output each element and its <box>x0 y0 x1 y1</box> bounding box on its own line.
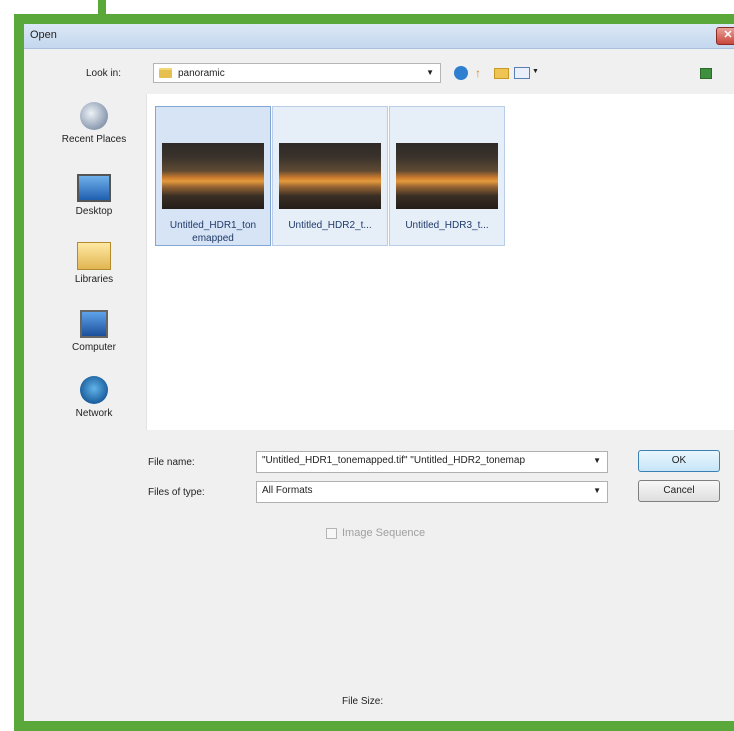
image-sequence-checkbox[interactable] <box>326 528 337 539</box>
look-in-value: panoramic <box>178 68 225 79</box>
place-network[interactable]: Network <box>44 376 144 419</box>
file-item[interactable]: Untitled_HDR3_t... <box>389 106 505 246</box>
file-list[interactable]: Untitled_HDR1_ton emapped Untitled_HDR2_… <box>146 94 734 430</box>
file-name-label: File name: <box>148 457 195 468</box>
desktop-icon <box>77 174 111 202</box>
look-in-dropdown[interactable]: panoramic ▼ <box>153 63 441 83</box>
recent-places-icon <box>80 102 108 130</box>
chevron-down-icon: ▼ <box>593 456 601 465</box>
close-icon: ✕ <box>723 29 733 41</box>
close-button[interactable]: ✕ <box>716 27 734 45</box>
file-thumbnail <box>279 143 381 209</box>
folder-icon <box>159 68 172 78</box>
place-desktop[interactable]: Desktop <box>44 174 144 217</box>
place-label: Libraries <box>74 274 114 285</box>
up-folder-icon[interactable]: ↑ <box>475 66 481 80</box>
file-name: Untitled_HDR1_ton emapped <box>169 220 257 244</box>
files-of-type-select[interactable]: All Formats ▼ <box>256 481 608 503</box>
background-strip <box>0 0 734 14</box>
file-item[interactable]: Untitled_HDR2_t... <box>272 106 388 246</box>
files-of-type-label: Files of type: <box>148 487 205 498</box>
file-name: Untitled_HDR2_t... <box>288 220 372 231</box>
files-of-type-value: All Formats <box>262 485 313 496</box>
chevron-down-icon: ▼ <box>426 68 434 77</box>
place-label: Desktop <box>75 206 113 217</box>
chevron-down-icon: ▼ <box>593 486 601 495</box>
cancel-button[interactable]: Cancel <box>638 480 720 502</box>
new-folder-icon[interactable] <box>494 68 509 79</box>
network-icon <box>80 376 108 404</box>
folder-action-icon[interactable] <box>700 68 712 79</box>
look-in-label: Look in: <box>86 68 122 79</box>
image-sequence-label: Image Sequence <box>342 527 426 539</box>
open-dialog: Open ✕ Look in: panoramic ▼ ↑ ▼ Recent P… <box>24 24 734 721</box>
title-bar[interactable]: Open ✕ <box>24 24 734 49</box>
place-computer[interactable]: Computer <box>44 310 144 353</box>
computer-icon <box>80 310 108 338</box>
ok-button[interactable]: OK <box>638 450 720 472</box>
file-item[interactable]: Untitled_HDR1_ton emapped <box>155 106 271 246</box>
place-label: Network <box>75 408 113 419</box>
places-bar: Recent Places Desktop Libraries Computer… <box>44 94 144 430</box>
chevron-down-icon[interactable]: ▼ <box>532 68 539 75</box>
file-thumbnail <box>396 143 498 209</box>
place-label: Computer <box>72 342 116 353</box>
file-thumbnail <box>162 143 264 209</box>
views-menu-icon[interactable] <box>514 67 530 79</box>
place-libraries[interactable]: Libraries <box>44 242 144 285</box>
place-recent-places[interactable]: Recent Places <box>44 102 144 145</box>
file-name-input[interactable]: "Untitled_HDR1_tonemapped.tif" "Untitled… <box>256 451 608 473</box>
file-name-value: "Untitled_HDR1_tonemapped.tif" "Untitled… <box>262 455 526 466</box>
libraries-icon <box>77 242 111 270</box>
place-label: Recent Places <box>61 134 127 145</box>
dialog-title: Open <box>30 29 57 41</box>
file-name: Untitled_HDR3_t... <box>405 220 489 231</box>
back-icon[interactable] <box>454 66 468 80</box>
file-size-label: File Size: <box>342 696 384 707</box>
